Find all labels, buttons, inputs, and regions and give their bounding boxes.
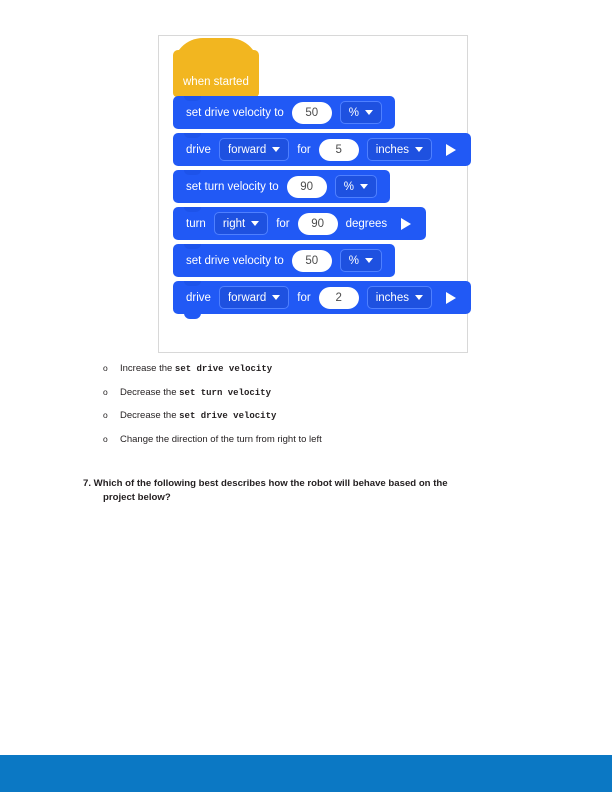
question-prompt: 7. Which of the following best describes…	[83, 477, 523, 504]
chevron-down-icon	[414, 147, 423, 152]
turn-direction-label-1: right	[222, 217, 246, 230]
footer-bar	[0, 755, 612, 792]
drive-velocity-value-1[interactable]: 50	[291, 101, 332, 124]
bullet-icon: o	[103, 433, 108, 444]
set-drive-velocity-label-1: set drive velocity to	[186, 106, 284, 119]
chevron-down-icon	[251, 221, 260, 226]
when-started-label: when started	[183, 76, 249, 88]
drive-label-1: drive	[186, 143, 211, 156]
chevron-down-icon	[272, 147, 281, 152]
option-text: Increase the set drive velocity	[120, 363, 272, 374]
set-turn-velocity-label-1: set turn velocity to	[186, 180, 279, 193]
bullet-icon: o	[103, 410, 108, 420]
question-line-2: project below?	[103, 491, 171, 503]
turn-label-1: turn	[186, 217, 206, 230]
drive-unit-label-1: inches	[375, 143, 409, 156]
option-text: Decrease the set drive velocity	[120, 410, 276, 421]
drive-velocity-unit-label-2: %	[348, 254, 360, 267]
chevron-down-icon	[272, 295, 281, 300]
play-icon[interactable]	[401, 217, 412, 230]
drive-distance-value-2[interactable]: 2	[318, 286, 359, 309]
turn-unit-label-1: degrees	[345, 217, 388, 230]
drive-for-label-1: for	[297, 143, 311, 156]
drive-velocity-unit-label-1: %	[348, 106, 360, 119]
turn-velocity-value-1[interactable]: 90	[286, 175, 327, 198]
turn-for-label-1: for	[276, 217, 290, 230]
turn-amount-value-1[interactable]: 90	[297, 212, 338, 235]
list-item[interactable]: o Decrease the set turn velocity	[103, 387, 523, 398]
drive-label-2: drive	[186, 291, 211, 304]
option-code: set drive velocity	[179, 411, 277, 421]
list-item[interactable]: o Increase the set drive velocity	[103, 363, 523, 374]
option-prefix: Decrease the	[120, 410, 180, 421]
bullet-icon: o	[103, 363, 108, 373]
option-prefix: Decrease the	[120, 386, 180, 398]
option-prefix: Increase the	[120, 363, 175, 374]
option-prefix: Change the direction of the turn from ri…	[120, 433, 322, 445]
chevron-down-icon	[365, 258, 374, 263]
project-screenshot-figure: when started set drive velocity to 50 % …	[158, 35, 471, 353]
chevron-down-icon	[365, 110, 374, 115]
drive-unit-dropdown-1[interactable]: inches	[366, 138, 432, 161]
block-set-drive-velocity-2[interactable]: set drive velocity to 50 %	[173, 244, 396, 277]
option-code: set turn velocity	[179, 387, 271, 398]
block-turn-1[interactable]: turn right for 90 degrees	[173, 207, 427, 240]
option-text: Decrease the set turn velocity	[120, 387, 271, 398]
list-item[interactable]: o Decrease the set drive velocity	[103, 410, 523, 421]
set-drive-velocity-label-2: set drive velocity to	[186, 254, 284, 267]
drive-for-label-2: for	[297, 291, 311, 304]
drive-direction-dropdown-1[interactable]: forward	[218, 138, 290, 161]
option-text: Change the direction of the turn from ri…	[120, 434, 322, 445]
drive-direction-label-1: forward	[227, 143, 267, 156]
drive-velocity-unit-dropdown-2[interactable]: %	[339, 249, 383, 272]
answer-options-list: o Increase the set drive velocity o Decr…	[103, 363, 523, 457]
drive-direction-label-2: forward	[227, 291, 267, 304]
drive-velocity-value-2[interactable]: 50	[291, 249, 332, 272]
bullet-icon: o	[103, 386, 108, 397]
block-drive-1[interactable]: drive forward for 5 inches	[173, 133, 471, 166]
drive-unit-dropdown-2[interactable]: inches	[366, 286, 432, 309]
drive-direction-dropdown-2[interactable]: forward	[218, 286, 290, 309]
drive-velocity-unit-dropdown-1[interactable]: %	[339, 101, 383, 124]
drive-unit-label-2: inches	[375, 291, 409, 304]
block-drive-2[interactable]: drive forward for 2 inches	[173, 281, 471, 319]
turn-velocity-unit-dropdown-1[interactable]: %	[334, 175, 377, 198]
turn-direction-dropdown-1[interactable]: right	[213, 212, 269, 235]
question-line-1: 7. Which of the following best describes…	[83, 478, 448, 489]
option-code: set drive velocity	[174, 364, 273, 374]
chevron-down-icon	[414, 295, 423, 300]
drive-distance-value-1[interactable]: 5	[318, 138, 359, 161]
play-icon[interactable]	[445, 291, 456, 304]
play-icon[interactable]	[445, 143, 456, 156]
block-stack: when started set drive velocity to 50 % …	[173, 38, 471, 319]
block-set-drive-velocity-1[interactable]: set drive velocity to 50 %	[173, 96, 396, 129]
block-set-turn-velocity-1[interactable]: set turn velocity to 90 %	[173, 170, 390, 203]
when-started-hat-block[interactable]: when started	[173, 38, 259, 103]
chevron-down-icon	[359, 184, 368, 189]
list-item[interactable]: o Change the direction of the turn from …	[103, 434, 523, 445]
turn-velocity-unit-label-1: %	[343, 180, 354, 193]
